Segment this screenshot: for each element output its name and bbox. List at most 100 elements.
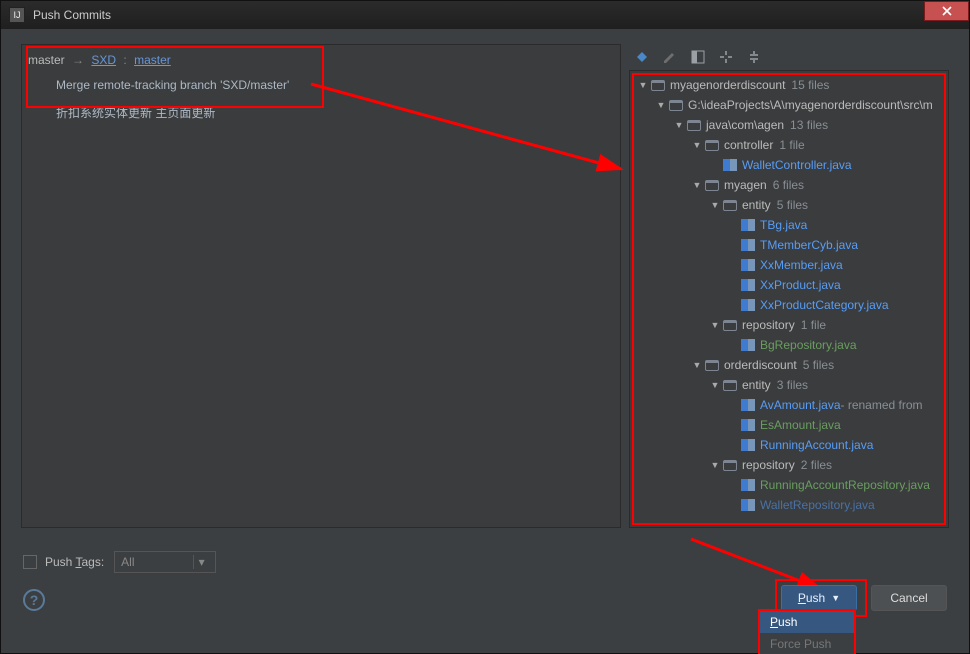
twisty-icon[interactable]: ▼	[708, 380, 722, 390]
java-file-icon	[740, 298, 756, 312]
java-file-icon	[740, 438, 756, 452]
pin-icon[interactable]	[633, 48, 651, 66]
titlebar: IJ Push Commits	[1, 1, 969, 29]
folder-icon	[704, 138, 720, 152]
tree-node-label: entity	[742, 378, 771, 392]
tree-folder-row[interactable]: ▼controller1 file	[630, 135, 948, 155]
tree-folder-row[interactable]: ▼ repository 2 files	[630, 455, 948, 475]
tree-node-count: 15 files	[791, 78, 829, 92]
tree-node-label: XxMember.java	[760, 258, 843, 272]
arrow-icon: →	[72, 53, 84, 67]
push-button-label: Push	[798, 591, 825, 605]
twisty-icon[interactable]: ▼	[690, 360, 704, 370]
remote-link[interactable]: SXD	[91, 53, 116, 67]
module-icon	[650, 78, 666, 92]
twisty-icon[interactable]: ▼	[636, 80, 650, 90]
tree-node-label: repository	[742, 458, 795, 472]
tree-node-label: XxProduct.java	[760, 278, 841, 292]
push-menu-push[interactable]: Push	[760, 611, 854, 633]
commits-pane: master → SXD : master Merge remote-track…	[21, 44, 621, 528]
tree-node-label: RunningAccount.java	[760, 438, 873, 452]
tree-node-label: RunningAccountRepository.java	[760, 478, 930, 492]
chevron-down-icon: ▾	[193, 555, 209, 569]
tree-node-label: repository	[742, 318, 795, 332]
folder-icon	[722, 458, 738, 472]
java-file-icon	[740, 478, 756, 492]
java-file-icon	[722, 158, 738, 172]
push-menu-force-label: Force Push	[770, 637, 831, 651]
twisty-icon[interactable]: ▼	[654, 100, 668, 110]
tree-node-label: XxProductCategory.java	[760, 298, 889, 312]
folder-icon	[704, 178, 720, 192]
branch-line[interactable]: master → SXD : master	[26, 49, 616, 71]
tree-node-label: WalletController.java	[742, 158, 852, 172]
push-tags-label: Push Tags:	[45, 555, 104, 569]
tree-node-count: 2 files	[801, 458, 832, 472]
tree-file-row[interactable]: ▶TMemberCyb.java	[630, 235, 948, 255]
commit-message-1[interactable]: Merge remote-tracking branch 'SXD/master…	[26, 71, 616, 99]
push-commits-dialog: IJ Push Commits master → SXD : master Me…	[0, 0, 970, 654]
tree-node-label: AvAmount.java	[760, 398, 841, 412]
push-tags-checkbox[interactable]	[23, 555, 37, 569]
tree-file-row[interactable]: ▶RunningAccount.java	[630, 435, 948, 455]
commit-message-2[interactable]: 折扣系统实体更新 主页面更新	[26, 99, 616, 127]
tree-file-row[interactable]: ▶XxProduct.java	[630, 275, 948, 295]
twisty-icon[interactable]: ▼	[672, 120, 686, 130]
tree-folder-row[interactable]: ▼ G:\ideaProjects\A\myagenorderdiscount\s…	[630, 95, 948, 115]
push-menu-push-label: Push	[770, 615, 797, 629]
help-button[interactable]: ?	[23, 589, 45, 611]
tree-node-label: myagen	[724, 178, 767, 192]
layout-icon[interactable]	[689, 48, 707, 66]
tree-folder-row[interactable]: ▼entity5 files	[630, 195, 948, 215]
push-button[interactable]: Push ▼	[781, 585, 857, 611]
twisty-icon[interactable]: ▼	[690, 140, 704, 150]
tree-file-row[interactable]: ▶RunningAccountRepository.java	[630, 475, 948, 495]
tree-root-row[interactable]: ▼myagenorderdiscount15 files	[630, 75, 948, 95]
tree-file-row[interactable]: ▶XxMember.java	[630, 255, 948, 275]
close-button[interactable]	[924, 1, 969, 21]
tree-file-row[interactable]: ▶WalletController.java	[630, 155, 948, 175]
tree-file-row[interactable]: ▶XxProductCategory.java	[630, 295, 948, 315]
tree-folder-row[interactable]: ▼repository1 file	[630, 315, 948, 335]
twisty-icon[interactable]: ▼	[708, 460, 722, 470]
tree-node-label: TBg.java	[760, 218, 807, 232]
java-file-icon	[740, 338, 756, 352]
changes-tree[interactable]: ▼myagenorderdiscount15 files▼G:\ideaProj…	[630, 71, 948, 519]
tree-file-row[interactable]: ▶WalletRepository.java	[630, 495, 948, 515]
cancel-button-label: Cancel	[890, 591, 927, 605]
tree-file-row[interactable]: ▶BgRepository.java	[630, 335, 948, 355]
push-tags-combo-value: All	[121, 555, 134, 569]
colon: :	[123, 53, 126, 67]
tree-node-label: TMemberCyb.java	[760, 238, 858, 252]
tree-folder-row[interactable]: ▼java\com\agen13 files	[630, 115, 948, 135]
tree-folder-row[interactable]: ▼entity3 files	[630, 375, 948, 395]
tree-node-count: 6 files	[773, 178, 804, 192]
tree-file-row[interactable]: ▶EsAmount.java	[630, 415, 948, 435]
tree-node-label: BgRepository.java	[760, 338, 857, 352]
remote-branch-link[interactable]: master	[134, 53, 171, 67]
folder-icon	[704, 358, 720, 372]
twisty-icon[interactable]: ▼	[708, 320, 722, 330]
twisty-icon[interactable]: ▼	[690, 180, 704, 190]
collapse-icon[interactable]	[745, 48, 763, 66]
tree-node-label: EsAmount.java	[760, 418, 841, 432]
java-file-icon	[740, 278, 756, 292]
tree-folder-row[interactable]: ▼orderdiscount5 files	[630, 355, 948, 375]
tree-node-label: controller	[724, 138, 773, 152]
tree-node-suffix: - renamed from	[841, 398, 923, 412]
push-menu-force[interactable]: Force Push	[760, 633, 854, 654]
java-file-icon	[740, 498, 756, 512]
tree-file-row[interactable]: ▶TBg.java	[630, 215, 948, 235]
cancel-button[interactable]: Cancel	[871, 585, 947, 611]
local-branch: master	[28, 53, 65, 67]
folder-icon	[722, 378, 738, 392]
expand-icon[interactable]	[717, 48, 735, 66]
tree-node-label: G:\ideaProjects\A\myagenorderdiscount\sr…	[688, 98, 933, 112]
edit-icon[interactable]	[661, 48, 679, 66]
folder-icon	[668, 98, 684, 112]
tree-node-count: 5 files	[777, 198, 808, 212]
push-tags-combo[interactable]: All ▾	[114, 551, 216, 573]
tree-file-row[interactable]: ▶AvAmount.java - renamed from	[630, 395, 948, 415]
tree-folder-row[interactable]: ▼ myagen 6 files	[630, 175, 948, 195]
twisty-icon[interactable]: ▼	[708, 200, 722, 210]
